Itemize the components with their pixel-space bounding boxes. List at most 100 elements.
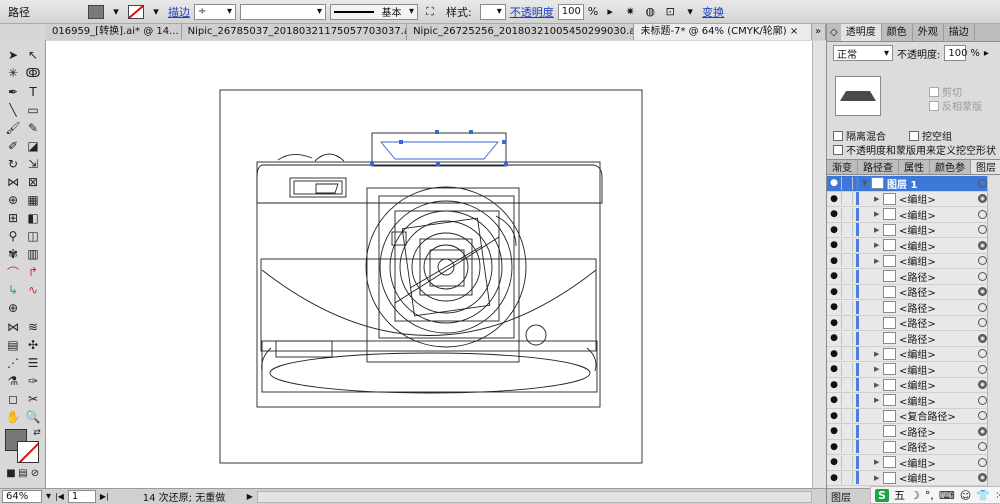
layer-item-row[interactable]: ● <路径> <box>827 331 1000 347</box>
layer-item-row[interactable]: ● ▶ <编组> <box>827 362 1000 378</box>
align-tool-icon[interactable]: ☰ <box>24 354 42 372</box>
visibility-eye-icon[interactable]: ● <box>827 380 841 390</box>
lock-toggle[interactable] <box>841 238 853 252</box>
panel-collapse-icon[interactable]: ◇ <box>827 24 841 41</box>
layer-item-row[interactable]: ● ▶ <编组> <box>827 207 1000 223</box>
zoom-dropdown-icon[interactable]: ▾ <box>46 491 51 502</box>
zoom-field[interactable]: 64% <box>2 490 42 503</box>
menu-grid-icon[interactable]: ⁙ <box>995 489 1000 502</box>
curvature-tool-icon[interactable]: ↱ <box>24 263 42 281</box>
layer-item-row[interactable]: ● <路径> <box>827 269 1000 285</box>
horizontal-scrollbar[interactable] <box>256 490 812 503</box>
lock-toggle[interactable] <box>841 440 853 454</box>
rectangle-tool-icon[interactable]: ▭ <box>24 101 42 119</box>
expand-arrow-icon[interactable]: ▶ <box>874 226 883 234</box>
free-transform-tool-icon[interactable]: ⊠ <box>24 173 42 191</box>
lock-toggle[interactable] <box>841 223 853 237</box>
blend-mode-dropdown[interactable]: 正常 ▾ <box>833 45 893 61</box>
dropdown-arrow-icon[interactable]: ▾ <box>682 4 698 20</box>
slice-tool-icon[interactable]: ↳ <box>4 281 22 299</box>
opacity-mask-knockout-checkbox[interactable] <box>833 144 843 155</box>
globe-icon[interactable]: ◍ <box>642 4 658 20</box>
rotate-tool-icon[interactable]: ↻ <box>4 155 22 173</box>
artboard-field[interactable]: 1 <box>67 490 96 503</box>
shape-builder-tool-icon[interactable]: ⊕ <box>4 191 22 209</box>
lock-toggle[interactable] <box>841 455 853 469</box>
expand-arrow-icon[interactable]: ▶ <box>874 396 883 404</box>
target-circle-icon[interactable] <box>978 349 987 359</box>
twirl-tool-icon[interactable]: ≋ <box>24 318 42 336</box>
layer-item-row[interactable]: ● <路径> <box>827 285 1000 300</box>
mesh-tool-icon[interactable]: ⊞ <box>4 209 22 227</box>
hand-tool-icon[interactable]: ✋ <box>4 408 22 426</box>
style-dropdown[interactable]: ▾ <box>479 3 506 20</box>
visibility-eye-icon[interactable]: ● <box>827 209 841 219</box>
eyedropper-tool-icon[interactable]: ⚲ <box>4 227 22 245</box>
visibility-eye-icon[interactable]: ● <box>827 225 841 235</box>
transform-link[interactable]: 变换 <box>702 4 724 20</box>
lock-toggle[interactable] <box>841 176 853 190</box>
expand-arrow-icon[interactable]: ▶ <box>874 365 883 373</box>
eraser-tool-icon[interactable]: ◪ <box>24 137 42 155</box>
lasso-tool-icon[interactable]: ↂ <box>24 64 42 82</box>
magic-wand-tool-icon[interactable]: ✳ <box>4 64 22 82</box>
visibility-eye-icon[interactable]: ● <box>827 333 841 343</box>
crop-tool-icon[interactable]: ◻ <box>4 390 22 408</box>
opacity-mask-thumbnail[interactable] <box>835 76 881 116</box>
visibility-eye-icon[interactable]: ● <box>827 349 841 359</box>
clip-checkbox-row[interactable]: 剪切 <box>929 84 962 99</box>
prev-artboard-icon[interactable]: |◀ <box>55 492 64 501</box>
eyedropper-color-tool-icon[interactable]: ⚗ <box>4 372 22 390</box>
layer-item-row[interactable]: ● ▶ <编组> <box>827 455 1000 471</box>
visibility-eye-icon[interactable]: ● <box>827 364 841 374</box>
lock-toggle[interactable] <box>841 285 853 299</box>
target-circle-icon[interactable] <box>978 426 987 436</box>
lock-toggle[interactable] <box>841 254 853 268</box>
layer-item-row[interactable]: ● ▶ <编组> <box>827 471 1000 486</box>
tab-layers[interactable]: 图层 <box>971 160 1000 174</box>
document-tab[interactable]: 016959_[转换].ai* @ 14... × <box>46 24 182 40</box>
expand-arrow-icon[interactable]: ▶ <box>874 458 883 466</box>
target-circle-icon[interactable] <box>978 333 987 343</box>
lock-toggle[interactable] <box>841 269 853 283</box>
expand-arrow-icon[interactable]: ▶ <box>874 241 883 249</box>
type-tool-icon[interactable]: T <box>24 83 42 101</box>
user-icon[interactable]: ☺ <box>960 489 971 502</box>
tab-stroke[interactable]: 描边 <box>944 24 975 41</box>
visibility-eye-icon[interactable]: ● <box>827 426 841 436</box>
tab-attributes[interactable]: 属性 <box>899 160 930 174</box>
knife-tool-icon[interactable]: ✂ <box>24 390 42 408</box>
knockout-group-row[interactable]: 挖空组 <box>909 128 952 143</box>
lock-toggle[interactable] <box>841 207 853 221</box>
lock-toggle[interactable] <box>841 192 853 206</box>
layer-item-row[interactable]: ● ▶ <编组> <box>827 378 1000 393</box>
paintbrush-tool-icon[interactable]: 🖌 <box>4 119 22 137</box>
layer-row-top[interactable]: ● ▼ 图层 1 <box>827 176 1000 192</box>
variable-width-dropdown[interactable]: ▾ <box>240 3 326 20</box>
gradient-tool-icon[interactable]: ◧ <box>24 209 42 227</box>
expand-arrow-icon[interactable]: ▶ <box>874 381 883 389</box>
opacity-mask-knockout-row[interactable]: 不透明度和蒙版用来定义挖空形状 <box>833 142 996 157</box>
lock-toggle[interactable] <box>841 331 853 345</box>
layer-item-row[interactable]: ● <路径> <box>827 300 1000 316</box>
expand-arrow-icon[interactable]: ▶ <box>874 210 883 218</box>
target-circle-icon[interactable] <box>978 411 987 421</box>
target-circle-icon[interactable] <box>978 178 987 188</box>
target-circle-icon[interactable] <box>978 302 987 312</box>
blend-tool-icon[interactable]: ◫ <box>24 227 42 245</box>
brush-definition-dropdown[interactable]: 基本 ▾ <box>330 3 418 20</box>
camera-outline-artwork[interactable] <box>46 41 826 488</box>
next-artboard-icon[interactable]: ▶| <box>100 492 109 501</box>
selection-tool-icon[interactable]: ➤ <box>4 46 22 64</box>
column-graph-tool-icon[interactable]: ▥ <box>24 245 42 263</box>
opacity-arrow-icon[interactable]: ▸ <box>602 4 618 20</box>
tab-color-guide[interactable]: 颜色参 <box>930 160 971 174</box>
arrange-icon[interactable]: ⛶ <box>422 4 438 20</box>
layers-scrollbar[interactable] <box>987 176 1000 488</box>
swap-colors-icon[interactable]: ⇄ <box>28 424 46 442</box>
lock-toggle[interactable] <box>841 424 853 438</box>
ime-logo[interactable]: S <box>875 488 889 502</box>
graph-tool-icon[interactable]: ▤ <box>4 336 22 354</box>
visibility-eye-icon[interactable]: ● <box>827 178 841 188</box>
live-paint-tool-icon[interactable]: ✑ <box>24 372 42 390</box>
